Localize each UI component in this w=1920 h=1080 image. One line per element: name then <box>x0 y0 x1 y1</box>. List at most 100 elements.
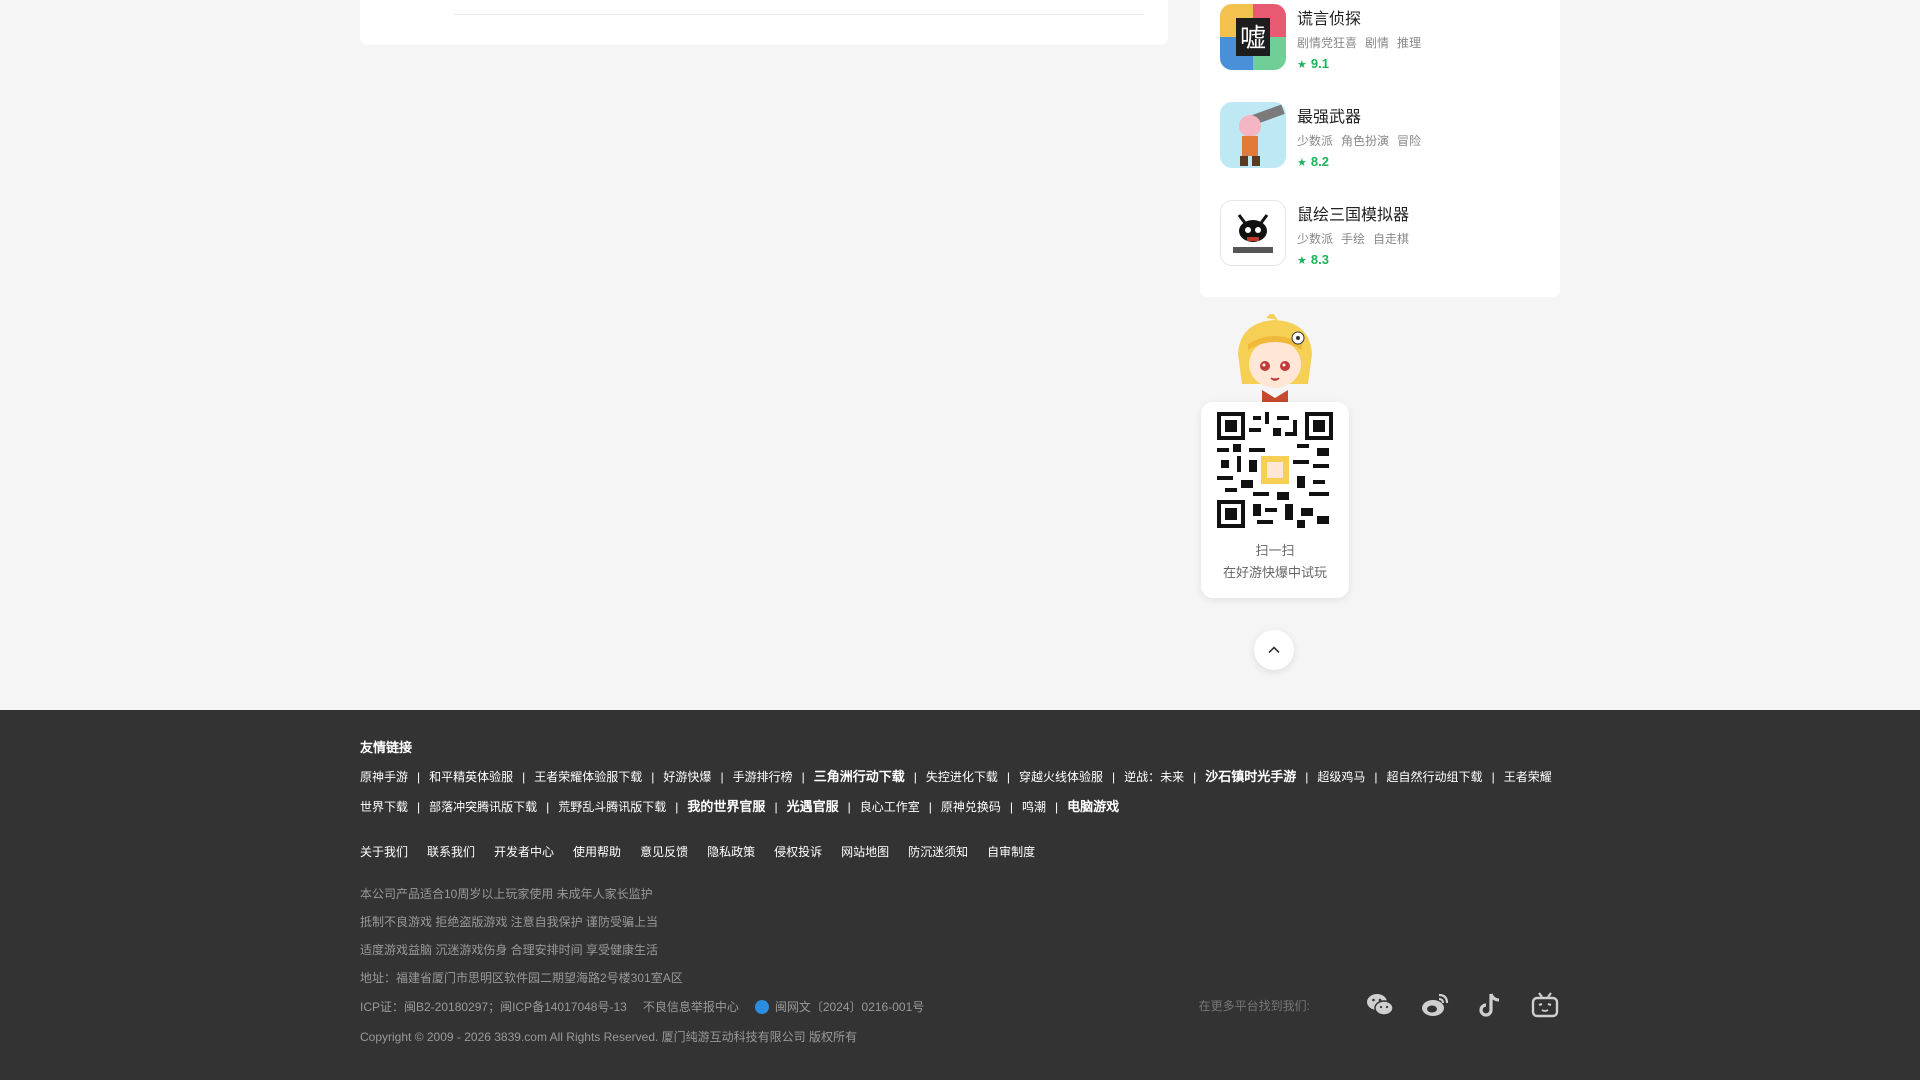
link-separator: | <box>417 800 421 814</box>
divider <box>454 14 1144 15</box>
footer-nav-link[interactable]: 关于我们 <box>360 845 408 859</box>
link-separator: | <box>913 770 917 784</box>
friend-link[interactable]: 光遇官服 <box>787 799 839 814</box>
link-separator: | <box>928 800 932 814</box>
friend-link[interactable]: 失控进化下载 <box>926 770 998 784</box>
footer-notes: 本公司产品适合10周岁以上玩家使用 未成年人家长监护 抵制不良游戏 拒绝盗版游戏… <box>360 885 683 997</box>
link-separator: | <box>417 770 421 784</box>
game-score: ★ 9.1 <box>1297 56 1329 71</box>
friend-links-title: 友情链接 <box>360 740 413 755</box>
friend-link[interactable]: 手游排行榜 <box>733 770 793 784</box>
game-tag: 剧情党狂喜 <box>1297 36 1358 50</box>
friend-link[interactable]: 部落冲突腾讯版下载 <box>429 800 537 814</box>
douyin-icon[interactable] <box>1475 990 1505 1020</box>
friend-link[interactable]: 良心工作室 <box>860 800 920 814</box>
friend-link[interactable]: 逆战：未来 <box>1124 770 1184 784</box>
chevron-up-icon <box>1268 646 1280 654</box>
game-tag: 手绘 <box>1341 232 1366 246</box>
link-separator: | <box>1305 770 1309 784</box>
footer-nav-link[interactable]: 联系我们 <box>427 845 475 859</box>
friend-link[interactable]: 荒野乱斗腾讯版下载 <box>558 800 666 814</box>
bilibili-icon[interactable] <box>1530 990 1560 1020</box>
icp-row: ICP证：闽B2-20180297；闽ICP备14017048号-13 不良信息… <box>360 998 924 1015</box>
link-separator: | <box>546 800 550 814</box>
friend-link[interactable]: 超级鸡马 <box>1317 770 1365 784</box>
icp-text[interactable]: ICP证：闽B2-20180297；闽ICP备14017048号-13 <box>360 998 627 1015</box>
friend-link[interactable]: 电脑游戏 <box>1067 799 1119 814</box>
wechat-icon[interactable] <box>1365 990 1395 1020</box>
weibo-icon[interactable] <box>1420 990 1450 1020</box>
about-links: 关于我们 联系我们 开发者中心 使用帮助 意见反馈 隐私政策 侵权投诉 网站地图 防沉迷须知 自审… <box>360 843 1054 860</box>
copyright-text: Copyright © 2009 - 2026 3839.com All Rig… <box>360 1030 858 1044</box>
social-links: 在更多平台找到我们: <box>1199 990 1560 1020</box>
qr-hint-text: 在好游快爆中试玩 <box>1222 565 1327 580</box>
game-thumbnail[interactable] <box>1220 102 1286 168</box>
report-center-link[interactable]: 不良信息举报中心 <box>643 998 739 1015</box>
footer-nav-link[interactable]: 网站地图 <box>841 845 889 859</box>
svg-text:嘘: 嘘 <box>1240 24 1266 54</box>
link-separator: | <box>651 770 655 784</box>
friend-link[interactable]: 超自然行动组下载 <box>1387 770 1483 784</box>
friend-link[interactable]: 和平精英体验服 <box>429 770 513 784</box>
mascot-illustration <box>1238 314 1312 404</box>
game-item[interactable]: 嘘 谎言侦探 剧情党狂喜 剧情 推理 ★ 9.1 <box>1220 0 1540 71</box>
footer-nav-link[interactable]: 开发者中心 <box>494 845 554 859</box>
game-tag: 推理 <box>1397 36 1422 50</box>
game-item[interactable]: 最强武器 少数派 角色扮演 冒险 ★ 8.2 <box>1220 98 1540 169</box>
game-thumbnail[interactable]: 嘘 <box>1220 4 1286 70</box>
footer-nav-link[interactable]: 自审制度 <box>987 845 1035 859</box>
footer-nav-link[interactable]: 意见反馈 <box>640 845 688 859</box>
game-tag: 少数派 <box>1297 232 1334 246</box>
score-value: 8.3 <box>1310 252 1329 267</box>
link-separator: | <box>801 770 805 784</box>
link-separator: | <box>1374 770 1378 784</box>
link-separator: | <box>675 800 679 814</box>
game-name[interactable]: 最强武器 <box>1297 103 1361 127</box>
friend-link[interactable]: 鸣潮 <box>1022 800 1046 814</box>
game-tag: 角色扮演 <box>1341 134 1390 148</box>
game-score: ★ 8.2 <box>1297 154 1329 169</box>
friend-link[interactable]: 王者荣耀体验服下载 <box>534 770 642 784</box>
score-value: 8.2 <box>1310 154 1329 169</box>
game-tag: 冒险 <box>1397 134 1422 148</box>
link-separator: | <box>1112 770 1116 784</box>
friend-link[interactable]: 原神手游 <box>360 770 408 784</box>
friend-link[interactable]: 我的世界官服 <box>687 799 765 814</box>
social-label: 在更多平台找到我们: <box>1198 998 1310 1013</box>
footer-nav-link[interactable]: 使用帮助 <box>573 845 621 859</box>
health-notice-2: 适度游戏益脑 沉迷游戏伤身 合理安排时间 享受健康生活 <box>360 943 659 957</box>
game-item[interactable]: 鼠绘三国模拟器 少数派 手绘 自走棋 ★ 8.3 <box>1220 196 1540 267</box>
footer-nav-link[interactable]: 侵权投诉 <box>774 845 822 859</box>
address-text: 地址：福建省厦门市思明区软件园二期望海路2号楼301室A区 <box>360 971 683 985</box>
game-thumbnail[interactable] <box>1220 200 1286 266</box>
link-separator: | <box>847 800 851 814</box>
link-separator: | <box>1006 770 1010 784</box>
friend-link[interactable]: 三角洲行动下载 <box>814 769 905 784</box>
friend-link[interactable]: 原神兑换码 <box>941 800 1001 814</box>
qr-code-image <box>1217 412 1333 528</box>
back-to-top-button[interactable] <box>1254 630 1294 670</box>
game-tag: 少数派 <box>1297 134 1334 148</box>
score-value: 9.1 <box>1310 56 1329 71</box>
star-icon: ★ <box>1297 157 1307 169</box>
link-separator: | <box>774 800 778 814</box>
game-tags: 少数派 手绘 自走棋 <box>1297 230 1417 247</box>
game-tags: 剧情党狂喜 剧情 推理 <box>1297 34 1429 51</box>
game-tag: 剧情 <box>1365 36 1390 50</box>
game-name[interactable]: 鼠绘三国模拟器 <box>1297 201 1409 225</box>
friend-links: 原神手游 | 和平精英体验服 | 王者荣耀体验服下载 | 好游快爆 | 手游排行榜 | 三角洲行动下… <box>360 762 1560 822</box>
age-notice: 本公司产品适合10周岁以上玩家使用 未成年人家长监护 <box>360 887 653 901</box>
star-icon: ★ <box>1297 255 1307 267</box>
culture-license-text[interactable]: 闽网文〔2024〕0216-001号 <box>775 998 924 1015</box>
game-tags: 少数派 角色扮演 冒险 <box>1297 132 1429 149</box>
game-name[interactable]: 谎言侦探 <box>1297 5 1361 29</box>
friend-link[interactable]: 穿越火线体验服 <box>1019 770 1103 784</box>
friend-link[interactable]: 沙石镇时光手游 <box>1205 769 1296 784</box>
footer-nav-link[interactable]: 隐私政策 <box>707 845 755 859</box>
health-notice-1: 抵制不良游戏 拒绝盗版游戏 注意自我保护 谨防受骗上当 <box>360 915 659 929</box>
star-icon: ★ <box>1297 59 1307 71</box>
friend-link[interactable]: 好游快爆 <box>663 770 711 784</box>
footer-nav-link[interactable]: 防沉迷须知 <box>908 845 968 859</box>
game-score: ★ 8.3 <box>1297 252 1329 267</box>
qr-card: 扫一扫 在好游快爆中试玩 <box>1201 402 1349 598</box>
